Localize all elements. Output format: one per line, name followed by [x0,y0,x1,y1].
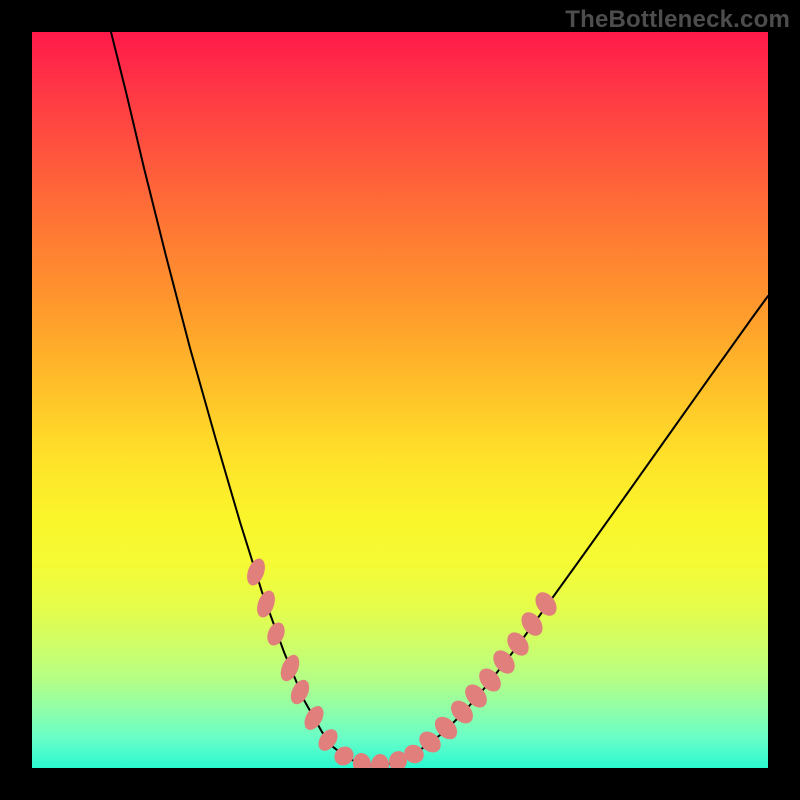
curve-right-branch [372,296,768,766]
data-markers [244,556,561,768]
data-marker [277,652,303,684]
plot-area [32,32,768,768]
data-marker [254,588,279,620]
data-marker [351,752,373,768]
data-marker [264,620,288,648]
data-marker [301,703,328,734]
chart-frame: TheBottleneck.com [0,0,800,800]
data-marker [287,677,313,707]
curve-left-branch [110,32,372,766]
data-marker [244,556,269,588]
data-marker [371,754,390,768]
source-watermark: TheBottleneck.com [565,6,790,34]
bottleneck-curve [32,32,768,768]
